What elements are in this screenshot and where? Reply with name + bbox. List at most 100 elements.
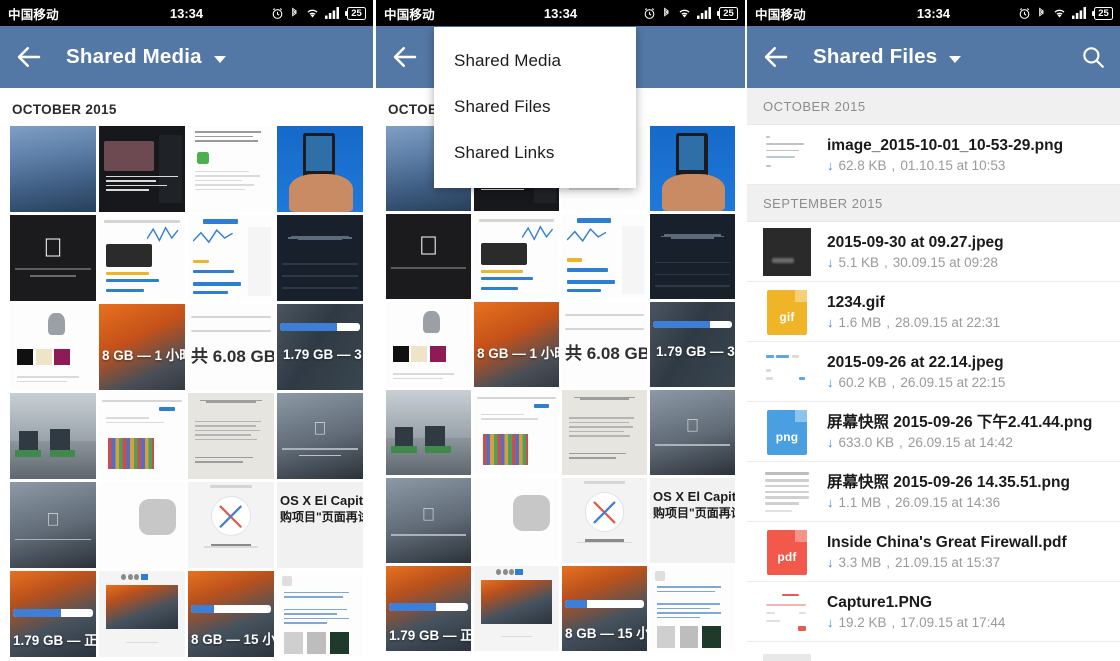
back-arrow-icon[interactable] (14, 42, 44, 72)
media-thumbnail[interactable]:  (10, 482, 96, 568)
media-thumbnail[interactable]: 1.79 GB — 正在计 (10, 571, 96, 657)
media-thumbnail[interactable] (474, 390, 559, 475)
media-thumbnail[interactable]: 8 GB — 15 小时 34 (562, 566, 647, 651)
file-thumbnail: gif (763, 287, 811, 336)
media-thumbnail[interactable] (386, 390, 471, 475)
file-size: 62.8 KB (838, 157, 887, 173)
chevron-down-icon[interactable] (949, 55, 962, 63)
media-thumbnail[interactable] (474, 214, 559, 299)
file-date: 01.10.15 at 10:53 (900, 157, 1006, 173)
chevron-down-icon[interactable] (213, 55, 226, 63)
thumbnail-overlay-text: 共 6.08 GB (565, 344, 647, 364)
media-thumbnail[interactable]: 1.79 GB — 3 分钟 (650, 302, 735, 387)
file-row[interactable]: 2015-09-26 at 22.14.jpeg ↓ 60.2 KB, 26.0… (747, 342, 1120, 402)
battery-icon: 25 (717, 6, 738, 20)
menu-item-shared-files[interactable]: Shared Files (434, 84, 636, 130)
media-thumbnail[interactable]: 8 GB — 15 小时 34 (188, 571, 274, 657)
download-arrow-icon: ↓ (827, 314, 834, 330)
signal-icon (325, 7, 342, 19)
media-thumbnail[interactable] (99, 215, 185, 301)
media-thumbnail[interactable]: 8 GB — 1 小时 (99, 304, 185, 390)
file-thumbnail: pdf (763, 527, 811, 576)
media-thumbnail[interactable] (99, 393, 185, 479)
media-thumbnail[interactable]:  (10, 215, 96, 301)
media-thumbnail[interactable] (474, 566, 559, 651)
back-arrow-icon[interactable] (390, 42, 420, 72)
media-thumbnail[interactable]: OS X El Capitan"失败 购项目"页面再试一次。 (277, 482, 363, 568)
file-row[interactable]: Capture1.PNG ↓ 19.2 KB, 17.09.15 at 17:4… (747, 582, 1120, 642)
pdf-file-icon: pdf (767, 529, 807, 575)
thumbnail-overlay-text: OS X El Capitan"失败 (653, 488, 735, 504)
media-thumbnail[interactable] (562, 390, 647, 475)
media-thumbnail[interactable] (277, 571, 363, 657)
media-thumbnail[interactable] (10, 126, 96, 212)
apple-logo-icon:  (419, 231, 439, 262)
file-name: 屏幕快照 2015-09-26 14.35.51.png (827, 473, 1070, 491)
media-thumbnail[interactable]: 1.79 GB — 正在计 (386, 566, 471, 651)
download-arrow-icon: ↓ (827, 157, 834, 173)
thumbnail-overlay-text: 购项目"页面再试一次。 (653, 505, 735, 520)
title-dropdown-menu[interactable]: Shared Media Shared Files Shared Links (434, 27, 636, 188)
media-thumbnail[interactable]: OS X El Capitan"失败 购项目"页面再试一次。 (650, 478, 735, 563)
gif-file-icon: gif (767, 289, 807, 335)
media-thumbnail[interactable] (188, 482, 274, 568)
media-thumbnail[interactable] (562, 478, 647, 563)
wifi-icon (305, 7, 320, 19)
section-header-september: SEPTEMBER 2015 (747, 185, 1120, 222)
file-date: 26.09.15 at 14:36 (895, 494, 1001, 510)
thumbnail-overlay-text: 8 GB — 15 小时 34 (191, 631, 274, 647)
file-row[interactable]: 2015-09-30 at 09.27.jpeg ↓ 5.1 KB, 30.09… (747, 222, 1120, 282)
media-thumbnail[interactable]: 8 GB — 1 小时 (474, 302, 559, 387)
media-thumbnail[interactable] (650, 566, 735, 651)
panel-shared-media: 中国移动 13:34 25 Shared Media OCTOBER 2015 (0, 0, 373, 661)
search-icon[interactable] (1080, 44, 1106, 70)
file-thumbnail (763, 130, 811, 179)
media-thumbnail[interactable]:  (277, 393, 363, 479)
media-thumbnail[interactable] (99, 571, 185, 657)
media-thumbnail[interactable]:  (650, 390, 735, 475)
file-thumbnail: png (763, 407, 811, 456)
media-thumbnail[interactable]: 1.79 GB — 3 分钟 (277, 304, 363, 390)
media-thumbnail[interactable] (474, 478, 559, 563)
back-arrow-icon[interactable] (761, 42, 791, 72)
media-thumbnail[interactable]: 共 6.08 GB (562, 302, 647, 387)
file-row[interactable]: image_2015-10-01_10-53-29.png ↓ 62.8 KB,… (747, 125, 1120, 185)
media-thumbnail[interactable] (562, 214, 647, 299)
media-thumbnail[interactable] (650, 126, 735, 211)
media-thumbnail[interactable]: 共 6.08 GB (188, 304, 274, 390)
download-arrow-icon: ↓ (827, 254, 834, 270)
menu-item-shared-media[interactable]: Shared Media (434, 38, 636, 84)
thumbnail-overlay-text: OS X El Capitan"失败 (280, 492, 363, 508)
thumbnail-overlay-text: 1.79 GB — 3 分钟 (656, 344, 735, 360)
file-row[interactable]: Capture.PNG (747, 642, 1120, 661)
file-row[interactable]: gif 1234.gif ↓ 1.6 MB, 28.09.15 at 22:31 (747, 282, 1120, 342)
media-thumbnail[interactable] (650, 214, 735, 299)
file-row[interactable]: pdf Inside China's Great Firewall.pdf ↓ … (747, 522, 1120, 582)
apple-logo-icon:  (46, 509, 60, 530)
media-thumbnail[interactable] (277, 215, 363, 301)
media-thumbnail[interactable] (99, 482, 185, 568)
file-subtitle: ↓ 1.1 MB, 26.09.15 at 14:36 (827, 494, 1001, 510)
media-grid:  (376, 126, 745, 651)
file-row[interactable]: png 屏幕快照 2015-09-26 下午2.41.44.png ↓ 633.… (747, 402, 1120, 462)
media-thumbnail[interactable] (188, 393, 274, 479)
apple-logo-icon:  (686, 415, 700, 436)
media-thumbnail[interactable] (277, 126, 363, 212)
download-arrow-icon: ↓ (827, 434, 834, 450)
file-thumbnail (763, 347, 811, 396)
file-row[interactable]: 屏幕快照 2015-09-26 14.35.51.png ↓ 1.1 MB, 2… (747, 462, 1120, 522)
menu-item-shared-links[interactable]: Shared Links (434, 130, 636, 176)
thumbnail-overlay-text: 8 GB — 15 小时 34 (565, 626, 647, 642)
file-ext-label: gif (779, 309, 795, 324)
media-thumbnail[interactable] (10, 393, 96, 479)
apple-logo-icon:  (313, 419, 327, 440)
media-thumbnail[interactable] (188, 126, 274, 212)
media-thumbnail[interactable]:  (386, 214, 471, 299)
media-thumbnail[interactable] (99, 126, 185, 212)
media-thumbnail[interactable] (10, 304, 96, 390)
status-bar: 中国移动 13:34 25 (0, 0, 373, 26)
media-thumbnail[interactable]:  (386, 478, 471, 563)
bluetooth-icon (289, 6, 300, 20)
media-thumbnail[interactable] (188, 215, 274, 301)
media-thumbnail[interactable] (386, 302, 471, 387)
